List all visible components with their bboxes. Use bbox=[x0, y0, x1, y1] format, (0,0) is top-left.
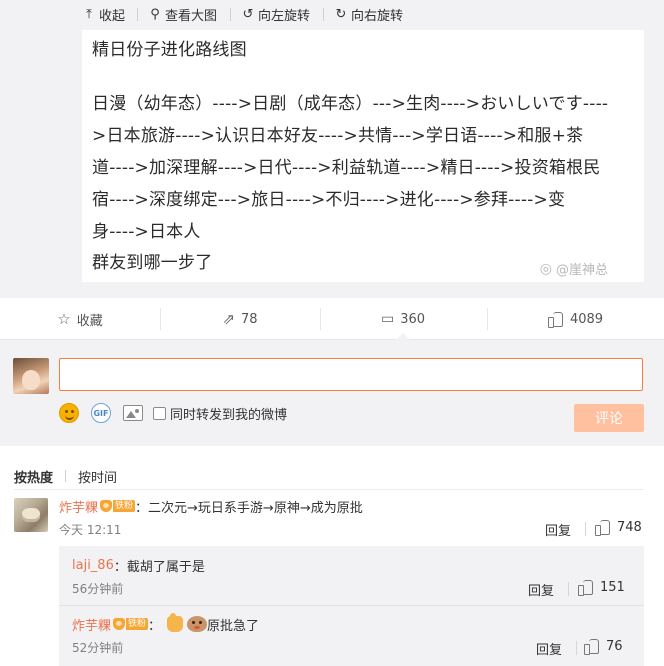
comment-composer: GIF 同时转发到我的微博 评论 bbox=[0, 340, 664, 446]
reply-time: 56分钟前 bbox=[72, 582, 124, 596]
sort-by-hot[interactable]: 按热度 bbox=[14, 467, 53, 486]
reply-divider bbox=[568, 582, 569, 596]
fan-level: 铁粉 bbox=[113, 500, 136, 512]
reply-like-count: 76 bbox=[606, 638, 623, 654]
view-large-label: 查看大图 bbox=[165, 8, 218, 24]
angry-face-emoji-icon bbox=[187, 616, 208, 632]
repost-button[interactable]: ⇗ 78 bbox=[160, 298, 320, 340]
image-text-line: >日本旅游---->认识日本好友---->共情--->学日语---->和服+茶 bbox=[92, 126, 584, 146]
image-text-line: 宿---->深度绑定--->旅日---->不归---->进化---->参拜---… bbox=[92, 190, 566, 210]
forward-label: 同时转发到我的微博 bbox=[170, 407, 288, 423]
weibo-logo-icon: ◎ bbox=[539, 260, 552, 277]
sort-by-time[interactable]: 按时间 bbox=[78, 467, 117, 486]
fan-crown-icon bbox=[113, 618, 126, 630]
comment-input[interactable] bbox=[59, 358, 643, 391]
rotate-left-icon: ↺ bbox=[242, 6, 254, 22]
comment-count: 360 bbox=[400, 311, 426, 327]
rotate-right-button[interactable]: ↻ 向右旋转 bbox=[334, 4, 403, 24]
comment-time: 今天 12:11 bbox=[59, 523, 122, 537]
image-toolbar: ⤒ 收起 ⚲ 查看大图 ↺ 向左旋转 ↻ 向右旋转 bbox=[0, 0, 664, 30]
toolbar-divider bbox=[323, 8, 324, 21]
thumbs-up-icon bbox=[584, 638, 600, 655]
toolbar-divider bbox=[137, 8, 138, 21]
fan-badge: 铁粉 bbox=[113, 617, 149, 631]
thumbs-up-icon bbox=[547, 311, 564, 328]
watermark: ◎ @崖神总 bbox=[539, 259, 608, 279]
reply-like-button[interactable]: 76 bbox=[584, 638, 623, 655]
divider bbox=[59, 605, 644, 606]
submit-comment-button[interactable]: 评论 bbox=[574, 404, 644, 432]
repost-count: 78 bbox=[241, 311, 258, 327]
image-title: 精日份子进化路线图 bbox=[92, 40, 247, 60]
thumbs-up-icon bbox=[595, 519, 611, 536]
sort-bar: 按热度 按时间 bbox=[14, 466, 117, 486]
collapse-label: 收起 bbox=[99, 8, 126, 24]
replier-name[interactable]: 炸芋粿 bbox=[72, 615, 111, 634]
reply-button[interactable]: 回复 bbox=[545, 520, 571, 539]
action-bar: ☆ 收藏 ⇗ 78 ▭ 360 4089 bbox=[0, 298, 664, 340]
image-text-line: 日漫（幼年态）---->日剧（成年态）--->生肉---->おいしいです---- bbox=[92, 94, 609, 114]
comment-text: ：二次元→玩日系手游→原神→成为原批 bbox=[135, 500, 363, 516]
thumbs-up-icon bbox=[578, 579, 594, 596]
reply-body: 炸芋粿 铁粉 ： 原批急了 bbox=[72, 613, 260, 634]
star-icon: ☆ bbox=[57, 310, 71, 328]
image-icon[interactable] bbox=[123, 405, 143, 421]
rotate-right-icon: ↻ bbox=[335, 6, 347, 22]
rotate-left-button[interactable]: ↺ 向左旋转 bbox=[241, 4, 310, 24]
watermark-text: @崖神总 bbox=[555, 263, 608, 278]
reply-like-count: 151 bbox=[600, 579, 625, 595]
thumbs-up-emoji-icon bbox=[167, 613, 184, 632]
image-viewer: 精日份子进化路线图 日漫（幼年态）---->日剧（成年态）--->生肉---->… bbox=[0, 30, 664, 298]
comment-like-count: 748 bbox=[617, 519, 642, 535]
gif-icon[interactable]: GIF bbox=[91, 403, 111, 423]
view-large-button[interactable]: ⚲ 查看大图 bbox=[148, 4, 217, 24]
collapse-button[interactable]: ⤒ 收起 bbox=[82, 4, 125, 24]
reply-button[interactable]: 回复 bbox=[536, 639, 562, 658]
search-icon: ⚲ bbox=[150, 6, 160, 22]
image-text-line: 道---->加深理解---->日代---->利益轨道---->精日---->投资… bbox=[92, 158, 601, 178]
toolbar-divider bbox=[230, 8, 231, 21]
rotate-right-label: 向右旋转 bbox=[351, 8, 404, 24]
comment-body: 炸芋粿 铁粉 ：二次元→玩日系手游→原神→成为原批 bbox=[59, 496, 363, 516]
like-button[interactable]: 4089 bbox=[487, 298, 664, 340]
reply-divider bbox=[585, 522, 586, 536]
fan-level: 铁粉 bbox=[126, 618, 149, 630]
comment-icon: ▭ bbox=[380, 311, 395, 327]
commenter-name[interactable]: 炸芋粿 bbox=[59, 497, 98, 516]
reply-text: 原批急了 bbox=[207, 618, 260, 634]
reply-button[interactable]: 回复 bbox=[528, 580, 554, 599]
fan-badge: 铁粉 bbox=[100, 499, 136, 513]
reply-divider bbox=[576, 641, 577, 655]
divider bbox=[14, 489, 644, 490]
colon-separator: ： bbox=[148, 618, 162, 634]
reply-time: 52分钟前 bbox=[72, 641, 124, 655]
reply-body: laji_86 ：截胡了属于是 bbox=[72, 555, 205, 575]
rotate-left-label: 向左旋转 bbox=[258, 8, 311, 24]
image-text-line: 身---->日本人 bbox=[92, 222, 201, 242]
composer-tools: GIF 同时转发到我的微博 bbox=[59, 402, 287, 424]
reply-like-button[interactable]: 151 bbox=[578, 579, 625, 596]
reply-text: ：截胡了属于是 bbox=[113, 559, 205, 575]
favorite-button[interactable]: ☆ 收藏 bbox=[0, 298, 160, 340]
comment-like-button[interactable]: 748 bbox=[595, 519, 642, 536]
fan-crown-icon bbox=[100, 500, 113, 512]
active-tab-caret bbox=[396, 333, 410, 340]
arrow-up-icon: ⤒ bbox=[86, 6, 92, 22]
post-image[interactable]: 精日份子进化路线图 日漫（幼年态）---->日剧（成年态）--->生肉---->… bbox=[82, 30, 644, 282]
commenter-avatar[interactable] bbox=[14, 498, 48, 532]
like-count: 4089 bbox=[569, 311, 604, 327]
forward-checkbox[interactable] bbox=[153, 406, 166, 420]
share-icon: ⇗ bbox=[222, 310, 236, 328]
favorite-label: 收藏 bbox=[76, 313, 103, 329]
avatar[interactable] bbox=[13, 358, 49, 394]
replier-name[interactable]: laji_86 bbox=[72, 558, 114, 573]
sort-divider bbox=[65, 470, 67, 482]
emoji-icon[interactable] bbox=[59, 403, 79, 423]
